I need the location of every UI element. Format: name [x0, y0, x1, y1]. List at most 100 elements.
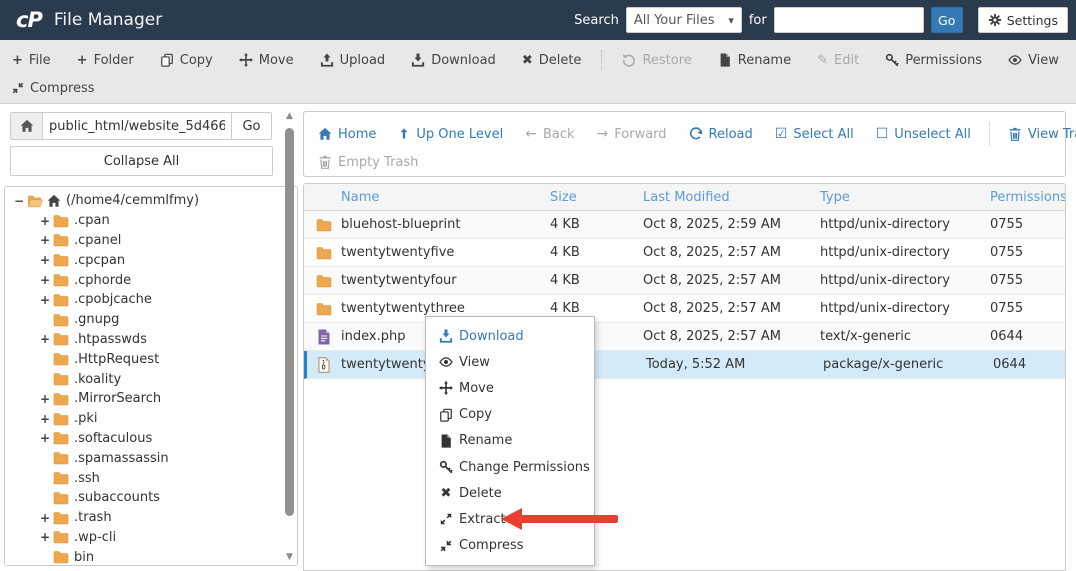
nav-select-all-link[interactable]: ☑ Select All	[775, 127, 854, 142]
context-menu-delete[interactable]: ✖ Delete	[426, 480, 594, 506]
path-go-button[interactable]: Go	[232, 112, 272, 140]
search-label: Search	[574, 12, 619, 28]
column-header-permissions[interactable]: Permissions	[986, 190, 1065, 205]
toolbar-download-button[interactable]: Download	[411, 53, 496, 68]
tree-item[interactable]: + .trash	[5, 508, 297, 528]
context-menu-rename[interactable]: Rename	[426, 428, 594, 454]
key-icon	[438, 460, 454, 474]
nav-home-link[interactable]: Home	[318, 127, 376, 142]
column-header-size[interactable]: Size	[546, 190, 639, 205]
toolbar-move-button[interactable]: Move	[239, 53, 294, 68]
nav-up-one-level-link[interactable]: Up One Level	[398, 127, 503, 142]
toolbar-view-button[interactable]: View	[1008, 53, 1059, 68]
expand-toggle[interactable]: +	[39, 431, 51, 445]
toolbar-copy-button[interactable]: Copy	[160, 53, 213, 68]
home-icon	[20, 119, 34, 133]
table-row[interactable]: twentytwentyfive 4 KB Oct 8, 2025, 2:57 …	[304, 239, 1065, 267]
folder-icon	[53, 312, 69, 328]
search-input[interactable]	[773, 7, 924, 33]
search-go-button[interactable]: Go	[930, 7, 963, 33]
column-header-type[interactable]: Type	[816, 190, 986, 205]
table-row[interactable]: bluehost-blueprint 4 KB Oct 8, 2025, 2:5…	[304, 211, 1065, 239]
table-row[interactable]: index.php Oct 8, 2025, 2:57 AM text/x-ge…	[304, 323, 1065, 351]
folder-icon	[53, 351, 69, 367]
toolbar-permissions-button[interactable]: Permissions	[885, 53, 982, 68]
tree-item[interactable]: + .cpan	[5, 211, 297, 231]
path-row: Go	[10, 112, 272, 140]
expand-toggle[interactable]: +	[39, 412, 51, 426]
left-arrow-icon: ←	[525, 126, 537, 142]
file-icon	[718, 53, 732, 67]
settings-button[interactable]: Settings	[977, 7, 1068, 33]
plus-icon: +	[76, 52, 88, 68]
path-input[interactable]	[43, 112, 232, 140]
tree-item[interactable]: + .softaculous	[5, 429, 297, 449]
expand-toggle[interactable]: +	[39, 530, 51, 544]
expand-toggle[interactable]: +	[39, 392, 51, 406]
right-arrow-icon: →	[596, 126, 609, 142]
brand-area: cP File Manager	[16, 8, 162, 32]
tree-item[interactable]: .koality	[5, 369, 297, 389]
nav-separator	[988, 123, 990, 145]
sidebar-scrollbar[interactable]: ▲ ▼	[283, 110, 296, 566]
tree-item[interactable]: + .cpanel	[5, 231, 297, 251]
toolbar-delete-button[interactable]: ✖ Delete	[522, 53, 582, 68]
context-menu-view[interactable]: View	[426, 349, 594, 375]
scroll-thumb[interactable]	[285, 128, 294, 516]
expand-toggle[interactable]: +	[39, 233, 51, 247]
tree-item[interactable]: + .cphorde	[5, 270, 297, 290]
folder-open-icon	[27, 193, 43, 209]
tree-item[interactable]: + .wp-cli	[5, 528, 297, 548]
expand-toggle[interactable]: +	[39, 253, 51, 267]
expand-toggle[interactable]: +	[39, 293, 51, 307]
tree-item[interactable]: + .htpasswds	[5, 330, 297, 350]
tree-item[interactable]: .ssh	[5, 468, 297, 488]
table-row[interactable]: twentytwentyfour 4 KB Oct 8, 2025, 2:57 …	[304, 267, 1065, 295]
search-scope-select[interactable]: All Your Files ▾	[625, 7, 742, 33]
column-header-last-modified[interactable]: Last Modified	[639, 190, 816, 205]
tree-item[interactable]: .spamassassin	[5, 448, 297, 468]
collapse-all-button[interactable]: Collapse All	[10, 146, 273, 176]
toolbar-restore-button: Restore	[622, 53, 692, 68]
toolbar-upload-button[interactable]: Upload	[320, 53, 385, 68]
folder-icon	[53, 252, 69, 268]
tree-item[interactable]: bin	[5, 547, 297, 565]
nav-reload-link[interactable]: Reload	[689, 127, 753, 142]
column-header-name[interactable]: Name	[304, 190, 546, 205]
expand-toggle[interactable]: +	[39, 511, 51, 525]
expand-toggle[interactable]: +	[39, 332, 51, 346]
folder-icon	[53, 391, 69, 407]
collapse-toggle[interactable]: −	[13, 194, 25, 208]
tree-item[interactable]: .gnupg	[5, 310, 297, 330]
context-menu-download[interactable]: Download	[426, 323, 594, 349]
tree-item[interactable]: + .cpcpan	[5, 250, 297, 270]
context-menu-extract[interactable]: Extract	[426, 506, 594, 532]
context-menu-move[interactable]: Move	[426, 375, 594, 401]
tree-item[interactable]: .HttpRequest	[5, 349, 297, 369]
nav-unselect-all-link[interactable]: ☐ Unselect All	[876, 127, 971, 142]
context-menu-compress[interactable]: Compress	[426, 533, 594, 559]
toolbar-folder-button[interactable]: + Folder	[77, 53, 134, 68]
expand-toggle[interactable]: +	[39, 273, 51, 287]
scroll-up-arrow[interactable]: ▲	[283, 110, 296, 123]
table-row[interactable]: twentytwentythree 4 KB Oct 8, 2025, 2:57…	[304, 295, 1065, 323]
upload-icon	[320, 53, 334, 67]
nav-forward-link: → Forward	[596, 126, 667, 142]
context-menu-change-permissions[interactable]: Change Permissions	[426, 454, 594, 480]
nav-view-trash-link[interactable]: View Trash	[1008, 127, 1076, 142]
expand-toggle[interactable]: +	[39, 214, 51, 228]
folder-icon	[53, 430, 69, 446]
context-menu-copy[interactable]: Copy	[426, 402, 594, 428]
toolbar-rename-button[interactable]: Rename	[718, 53, 791, 68]
tree-item[interactable]: + .pki	[5, 409, 297, 429]
file-table: Name Size Last Modified Type Permissions…	[303, 183, 1066, 571]
home-path-button[interactable]	[10, 112, 43, 140]
scroll-down-arrow[interactable]: ▼	[283, 551, 296, 564]
tree-item[interactable]: + .cpobjcache	[5, 290, 297, 310]
tree-root-item[interactable]: − (/home4/cemmlfmy)	[5, 191, 297, 211]
toolbar-compress-button[interactable]: Compress	[12, 81, 95, 96]
table-row-selected[interactable]: twentytwentyfive Today, 5:52 AM package/…	[304, 351, 1065, 379]
tree-item[interactable]: .subaccounts	[5, 488, 297, 508]
tree-item[interactable]: + .MirrorSearch	[5, 389, 297, 409]
toolbar-file-button[interactable]: + File	[12, 53, 51, 68]
